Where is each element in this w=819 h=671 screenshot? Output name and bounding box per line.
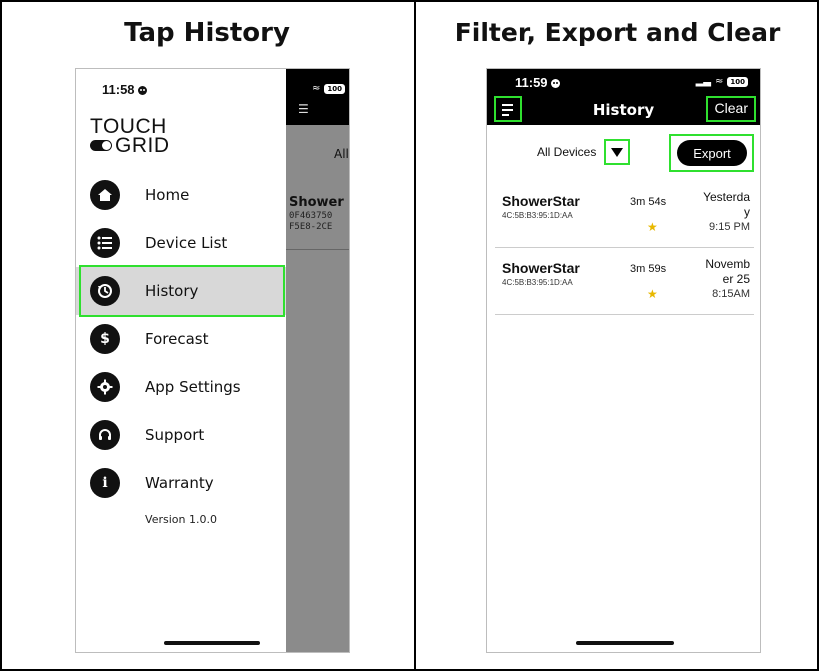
- device-name: ShowerStar: [502, 193, 580, 209]
- signal-icon: ▂▃: [695, 76, 711, 87]
- menu-item-app-settings[interactable]: App Settings: [76, 363, 286, 411]
- shower-duration: 3m 59s: [630, 263, 667, 275]
- caption-left: Tap History: [124, 18, 290, 48]
- panel-divider: [414, 0, 416, 671]
- left-phone-screen: ≈ 100 ☰ All Shower 0F463750 F5E8-2CE 11:…: [75, 68, 350, 653]
- battery-icon: 100: [727, 76, 748, 87]
- device-filter-label[interactable]: All Devices: [537, 145, 596, 159]
- background-app-overlay: ≈ 100 ☰ All Shower 0F463750 F5E8-2CE: [286, 69, 349, 652]
- peek-device-id-1: 0F463750: [289, 211, 333, 221]
- list-icon: [90, 228, 120, 258]
- device-filter-dropdown[interactable]: [606, 141, 628, 163]
- device-name: ShowerStar: [502, 260, 580, 276]
- status-icons: ≈ 100: [312, 83, 345, 94]
- shower-datetime: Yesterda y 9:15 PM: [703, 190, 750, 233]
- star-rating-icon: ★: [647, 220, 658, 234]
- menu-item-support[interactable]: Support: [76, 411, 286, 459]
- peek-filter-label: All: [334, 147, 349, 161]
- caption-right: Filter, Export and Clear: [454, 18, 781, 47]
- menu-item-forecast[interactable]: $ Forecast: [76, 315, 286, 363]
- device-mac: 4C:5B:B3:95:1D:AA: [502, 278, 573, 287]
- wifi-icon: ≈: [311, 83, 321, 94]
- peek-device-name: Shower: [289, 195, 344, 210]
- home-indicator[interactable]: [576, 641, 674, 645]
- status-face-icon: [550, 79, 560, 88]
- shower-duration: 3m 54s: [630, 196, 667, 208]
- info-icon: i: [90, 468, 120, 498]
- menu-item-history[interactable]: History: [76, 267, 286, 315]
- background-app-header: ≈ 100 ☰: [286, 69, 349, 125]
- wifi-icon: ≈: [714, 76, 724, 87]
- drawer-menu: Home Device List History $ Forecast App …: [76, 171, 286, 507]
- peek-device-id-2: F5E8-2CE: [289, 222, 333, 232]
- battery-icon: 100: [324, 83, 345, 94]
- device-mac: 4C:5B:B3:95:1D:AA: [502, 211, 573, 220]
- dollar-icon: $: [90, 324, 120, 354]
- toggle-logo-icon: [90, 140, 112, 151]
- export-button[interactable]: Export: [677, 140, 747, 166]
- right-phone-screen: 11:59 ▂▃ ≈ 100 History Clear All Devices…: [486, 68, 761, 653]
- history-row[interactable]: ShowerStar 4C:5B:B3:95:1D:AA 3m 59s ★ No…: [495, 253, 754, 315]
- status-icons: ▂▃ ≈ 100: [696, 76, 748, 87]
- star-rating-icon: ★: [647, 287, 658, 301]
- home-icon: [90, 180, 120, 210]
- status-bar-time: 11:58: [102, 82, 147, 97]
- app-version: Version 1.0.0: [145, 513, 217, 526]
- touchgrid-logo: TOUCH GRID: [90, 115, 170, 157]
- menu-item-home[interactable]: Home: [76, 171, 286, 219]
- history-row[interactable]: ShowerStar 4C:5B:B3:95:1D:AA 3m 54s ★ Ye…: [495, 186, 754, 248]
- shower-datetime: Novemb er 25 8:15AM: [705, 257, 750, 300]
- clear-button[interactable]: Clear: [711, 99, 752, 117]
- home-indicator[interactable]: [164, 641, 260, 645]
- hamburger-icon: ☰: [298, 102, 309, 116]
- status-face-icon: [137, 86, 147, 95]
- history-header: 11:59 ▂▃ ≈ 100 History Clear: [487, 69, 760, 125]
- status-bar-time: 11:59: [515, 75, 560, 90]
- menu-item-warranty[interactable]: i Warranty: [76, 459, 286, 507]
- hamburger-icon: [502, 104, 513, 106]
- history-icon: [90, 276, 120, 306]
- peek-divider: [286, 249, 349, 250]
- menu-item-device-list[interactable]: Device List: [76, 219, 286, 267]
- headset-icon: [90, 420, 120, 450]
- gear-icon: [90, 372, 120, 402]
- menu-button[interactable]: [497, 99, 521, 121]
- navigation-drawer: 11:58 TOUCH GRID Home Device List Histor…: [76, 69, 286, 652]
- dropdown-triangle-icon: [611, 148, 623, 157]
